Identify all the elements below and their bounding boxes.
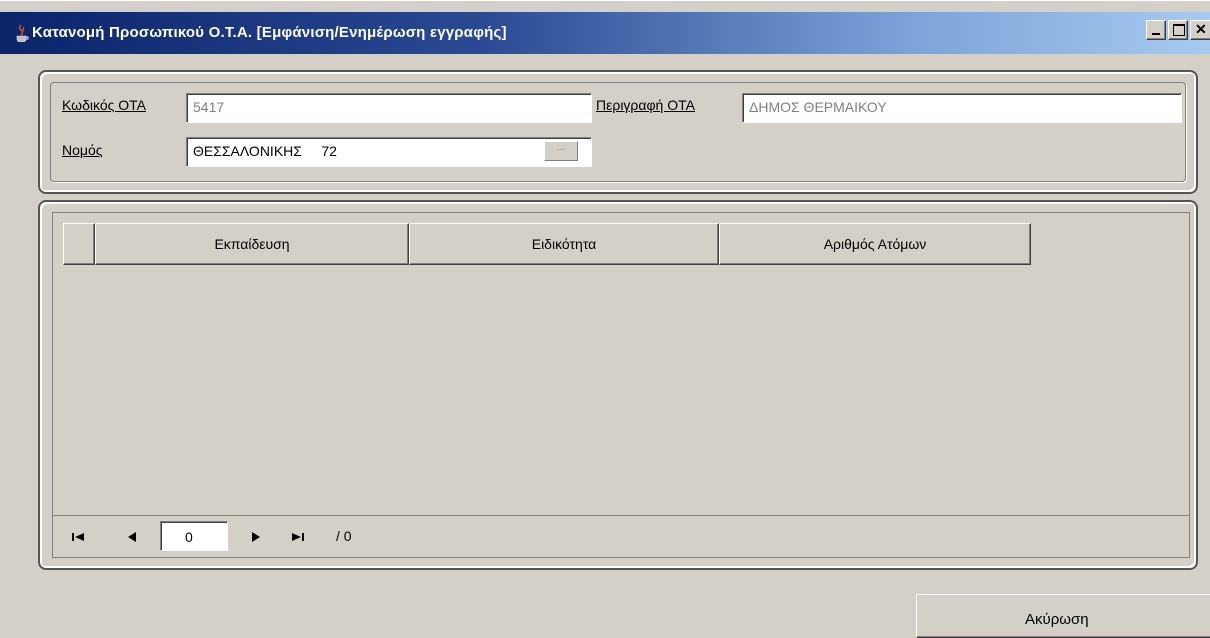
prefecture-label-text: Νομός	[62, 142, 103, 158]
description-label: Περιγραφή ΟΤΑ	[596, 97, 695, 113]
window-title: Κατανομή Προσωπικού Ο.Τ.Α. [Εμφάνιση/Ενη…	[32, 24, 507, 41]
column-header-people-count[interactable]: Αριθμός Ατόμων	[719, 223, 1031, 265]
column-header-specialty[interactable]: Ειδικότητα	[409, 223, 719, 265]
maximize-button[interactable]	[1168, 20, 1188, 40]
page-total: / 0	[336, 528, 352, 544]
minimize-button[interactable]	[1146, 20, 1166, 40]
column-header-education[interactable]: Εκπαίδευση	[95, 223, 409, 265]
code-label: Κωδικός ΟΤΑ	[62, 97, 146, 113]
cancel-button[interactable]: Ακύρωση	[916, 594, 1210, 638]
page-number-input[interactable]: 0	[160, 521, 228, 551]
code-field[interactable]: 5417	[186, 93, 592, 123]
data-grid[interactable]: Εκπαίδευση Ειδικότητα Αριθμός Ατόμων	[52, 212, 1190, 516]
window-titlebar[interactable]: Κατανομή Προσωπικού Ο.Τ.Α. [Εμφάνιση/Ενη…	[0, 12, 1210, 54]
row-selector-header[interactable]	[63, 223, 95, 265]
close-button[interactable]	[1190, 20, 1210, 40]
next-record-icon[interactable]	[247, 530, 265, 544]
previous-record-icon[interactable]	[123, 530, 141, 544]
prefecture-lookup-button[interactable]: ...	[544, 141, 578, 161]
java-cup-icon	[16, 24, 29, 42]
first-record-icon[interactable]	[69, 530, 87, 544]
prefecture-field[interactable]: ΘΕΣΣΑΛΟΝΙΚΗΣ 72	[186, 137, 592, 167]
description-field[interactable]: ΔΗΜΟΣ ΘΕΡΜΑΙΚΟΥ	[742, 93, 1182, 123]
header-panel	[38, 70, 1198, 194]
description-label-text: Περιγραφή ΟΤΑ	[596, 97, 695, 113]
last-record-icon[interactable]	[289, 530, 307, 544]
prefecture-label: Νομός	[62, 142, 103, 158]
code-label-text: Κωδικός ΟΤΑ	[62, 97, 146, 113]
